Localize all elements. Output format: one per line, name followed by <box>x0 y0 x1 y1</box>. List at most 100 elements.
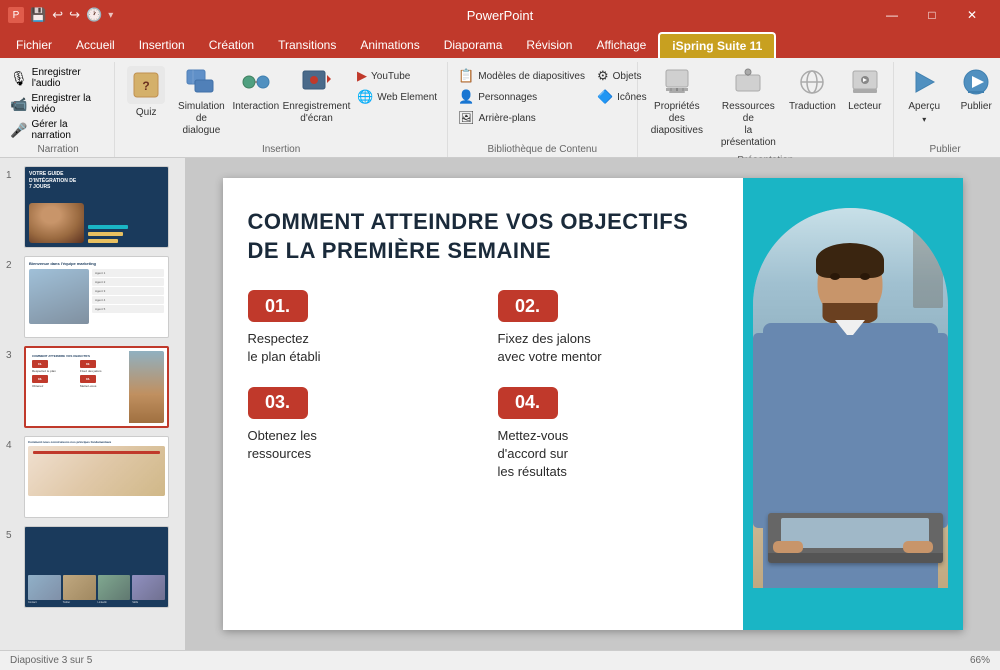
slide-num-1: 1 <box>6 166 18 181</box>
title-bar-left: P 💾 ↩ ↪ 🕐 ▾ <box>8 7 113 23</box>
slide-thumb-3: 3 COMMENT ATTEINDRE VOS OBJECTIFS 01.Res… <box>6 346 179 428</box>
toolbar-undo[interactable]: ↩ <box>52 7 63 23</box>
slide3-item-3: 03. Obtenez les ressources <box>248 387 468 482</box>
slide3-title-thumb: COMMENT ATTEINDRE VOS OBJECTIFS <box>32 354 126 358</box>
tab-creation[interactable]: Création <box>197 32 266 58</box>
item-03-text: Obtenez les ressources <box>248 427 468 463</box>
lecteur-icon <box>849 66 881 98</box>
tab-animations[interactable]: Animations <box>348 32 431 58</box>
maximize-button[interactable]: □ <box>912 0 952 30</box>
status-slide-info: Diapositive 3 sur 5 <box>10 655 92 666</box>
btn-gerer-narration[interactable]: 🎤 Gérer la narration <box>8 118 108 142</box>
toolbar-save[interactable]: 💾 <box>30 7 46 23</box>
video-icon: 📹 <box>10 96 27 113</box>
ribbon-group-publier: Aperçu ▾ Publier Publier <box>896 62 996 157</box>
btn-enregistrer-audio[interactable]: 🎙 Enregistrer l'audio <box>8 66 108 90</box>
slide-num-4: 4 <box>6 436 18 451</box>
btn-interaction[interactable]: Interaction <box>232 62 280 116</box>
btn-proprietes[interactable]: Propriétés desdiapositives <box>644 62 711 141</box>
slide-image-1[interactable]: VOTRE GUIDED'INTÉGRATION DE7 JOURS <box>24 166 169 248</box>
bib-left: 📋 Modèles de diapositives 👤 Personnages … <box>454 62 589 128</box>
objets-label: Objets <box>613 71 642 82</box>
btn-youtube[interactable]: ▶ YouTube <box>353 66 441 86</box>
slide-thumb-5: 5 Contact Twitter LinkedIn Skills <box>6 526 179 608</box>
toolbar-more[interactable]: ▾ <box>108 10 113 21</box>
traduction-icon <box>796 66 828 98</box>
toolbar-redo[interactable]: ↪ <box>69 7 80 23</box>
btn-enregistrer-video[interactable]: 📹 Enregistrer la vidéo <box>8 92 108 116</box>
lecteur-label: Lecteur <box>848 101 881 112</box>
btn-enregistrement[interactable]: Enregistrementd'écran <box>284 62 349 129</box>
interaction-label: Interaction <box>232 101 279 112</box>
minimize-button[interactable]: — <box>872 0 912 30</box>
person-photo <box>753 208 948 588</box>
btn-web-element[interactable]: 🌐 Web Element <box>353 87 441 107</box>
slide-num-5: 5 <box>6 526 18 541</box>
badge-04: 04. <box>498 387 558 419</box>
slide3-item-4: 04. Mettez-vous d'accord sur les résulta… <box>498 387 718 482</box>
quiz-icon: ? <box>127 66 165 104</box>
interaction-icon <box>240 66 272 98</box>
ribbon-group-insertion: ? Quiz Simulationde dialogue <box>117 62 448 157</box>
apercu-label: Aperçu <box>908 101 940 112</box>
simulation-icon <box>185 66 217 98</box>
insertion-content: ? Quiz Simulationde dialogue <box>121 62 441 142</box>
slide3-main-title: COMMENT ATTEINDRE VOS OBJECTIFS DE LA PR… <box>248 208 718 265</box>
slide-image-5[interactable]: Contact Twitter LinkedIn Skills <box>24 526 169 608</box>
btn-ressources[interactable]: Ressources dela présentation <box>714 62 782 153</box>
svg-text:?: ? <box>143 79 150 93</box>
slide4-content: Comment nous construisons nos principes … <box>25 437 168 517</box>
toolbar-autosave[interactable]: 🕐 <box>86 7 102 23</box>
btn-lecteur[interactable]: Lecteur <box>842 62 887 116</box>
bibliotheque-content: 📋 Modèles de diapositives 👤 Personnages … <box>454 62 630 142</box>
slide-num-3: 3 <box>6 346 18 361</box>
youtube-label: YouTube <box>371 71 410 82</box>
btn-apercu[interactable]: Aperçu ▾ <box>900 62 948 128</box>
publier-icon <box>960 66 992 98</box>
slide-image-2[interactable]: Bienvenue dans l'équipe marketing Agent … <box>24 256 169 338</box>
tab-insertion[interactable]: Insertion <box>127 32 197 58</box>
window-title: PowerPoint <box>467 8 533 23</box>
modeles-label: Modèles de diapositives <box>478 71 585 82</box>
slide4-title: Comment nous construisons nos principes … <box>28 440 165 444</box>
main-area: 1 VOTRE GUIDED'INTÉGRATION DE7 JOURS <box>0 158 1000 650</box>
tab-revision[interactable]: Révision <box>514 32 584 58</box>
objets-icon: ⚙ <box>597 68 609 84</box>
tab-fichier[interactable]: Fichier <box>4 32 64 58</box>
icones-icon: 🔷 <box>597 89 613 105</box>
slide1-title: VOTRE GUIDED'INTÉGRATION DE7 JOURS <box>29 171 164 191</box>
audio-label: Enregistrer l'audio <box>32 67 106 89</box>
ribbon-group-narration: 🎙 Enregistrer l'audio 📹 Enregistrer la v… <box>4 62 115 157</box>
tab-ispring[interactable]: iSpring Suite 11 <box>658 32 776 58</box>
slide1-content: VOTRE GUIDED'INTÉGRATION DE7 JOURS <box>25 167 168 247</box>
slide5-labels: Contact Twitter LinkedIn Skills <box>28 601 165 604</box>
proprietes-label: Propriétés desdiapositives <box>650 101 705 137</box>
apercu-icon <box>908 66 940 98</box>
traduction-label: Traduction <box>789 101 836 112</box>
btn-traduction[interactable]: Traduction <box>787 62 839 116</box>
btn-personnages[interactable]: 👤 Personnages <box>454 87 589 107</box>
btn-quiz[interactable]: ? Quiz <box>121 62 171 122</box>
tab-transitions[interactable]: Transitions <box>266 32 348 58</box>
proprietes-icon <box>661 66 693 98</box>
tab-diaporama[interactable]: Diaporama <box>432 32 515 58</box>
slide3-items-grid: 01. Respectez le plan établi 02. Fixez d… <box>248 290 718 481</box>
apercu-dropdown[interactable]: ▾ <box>922 115 926 124</box>
ribbon-tabs: Fichier Accueil Insertion Création Trans… <box>0 30 1000 58</box>
slide-image-4[interactable]: Comment nous construisons nos principes … <box>24 436 169 518</box>
btn-simulation[interactable]: Simulationde dialogue <box>175 62 227 141</box>
tab-accueil[interactable]: Accueil <box>64 32 127 58</box>
badge-01: 01. <box>248 290 308 322</box>
ressources-icon <box>732 66 764 98</box>
slide3-content: COMMENT ATTEINDRE VOS OBJECTIFS 01.Respe… <box>26 348 167 426</box>
tab-affichage[interactable]: Affichage <box>584 32 658 58</box>
simulation-label: Simulationde dialogue <box>178 101 225 137</box>
quiz-label: Quiz <box>136 107 157 118</box>
btn-modeles[interactable]: 📋 Modèles de diapositives <box>454 66 589 86</box>
slide-image-3[interactable]: COMMENT ATTEINDRE VOS OBJECTIFS 01.Respe… <box>24 346 169 428</box>
close-button[interactable]: ✕ <box>952 0 992 30</box>
video-label: Enregistrer la vidéo <box>31 93 106 115</box>
slide-panel: 1 VOTRE GUIDED'INTÉGRATION DE7 JOURS <box>0 158 185 650</box>
btn-publier[interactable]: Publier <box>952 62 1000 116</box>
btn-arrieres[interactable]: 🖼 Arrière-plans <box>454 108 589 128</box>
